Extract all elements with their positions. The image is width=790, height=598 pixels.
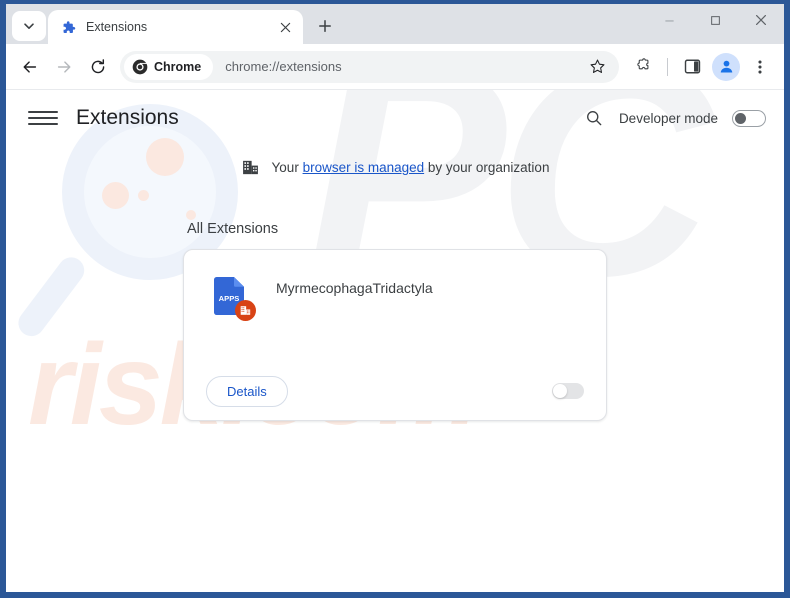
maximize-button[interactable] [692, 4, 738, 36]
toggle-knob [735, 112, 746, 124]
address-bar[interactable]: Chrome chrome://extensions [120, 50, 619, 83]
extensions-header: Extensions Developer mode [6, 90, 784, 146]
window-controls [646, 4, 784, 36]
watermark-dot [138, 190, 149, 201]
extension-icon: APPS [210, 276, 256, 321]
extension-card[interactable]: APPS MyrmecophagaTridactyla Details [183, 249, 607, 421]
side-panel-icon [684, 59, 700, 74]
tab-title: Extensions [86, 20, 148, 34]
page-title: Extensions [76, 106, 179, 129]
chrome-chip-label: Chrome [154, 59, 202, 74]
forward-arrow-icon [57, 60, 71, 73]
browser-toolbar: Chrome chrome://extensions [6, 44, 784, 90]
minimize-button[interactable] [646, 4, 692, 36]
close-button[interactable] [738, 4, 784, 36]
developer-mode-label: Developer mode [618, 110, 718, 126]
browser-window: Extensions Chrome chrome://extensions PC… [0, 0, 790, 598]
puzzle-piece-icon [60, 19, 76, 35]
watermark-dot [186, 210, 196, 220]
back-arrow-icon [23, 60, 37, 73]
tab-close-button[interactable] [275, 17, 295, 37]
tab-strip: Extensions [6, 4, 784, 44]
hamburger-menu-icon[interactable] [28, 103, 58, 133]
extension-card-top: APPS MyrmecophagaTridactyla [184, 250, 606, 321]
minimize-icon [664, 19, 674, 21]
watermark-dot [102, 182, 129, 209]
browser-tab[interactable]: Extensions [48, 10, 303, 44]
section-title: All Extensions [187, 221, 279, 237]
plus-icon [319, 20, 331, 32]
forward-button[interactable] [48, 51, 80, 83]
new-tab-button[interactable] [311, 12, 339, 40]
profile-avatar-icon [720, 60, 732, 73]
enterprise-building-icon [242, 160, 258, 175]
three-dot-menu-icon [758, 59, 762, 74]
details-button[interactable]: Details [206, 375, 288, 407]
search-icon [586, 111, 602, 126]
chrome-logo-icon [132, 59, 148, 74]
bookmark-star-button[interactable] [583, 53, 611, 81]
managed-banner: Your browser is managed by your organiza… [6, 158, 784, 177]
chevron-down-icon [24, 23, 34, 29]
managed-suffix: by your organization [424, 160, 550, 175]
maximize-icon [710, 15, 720, 25]
extension-card-bottom: Details [184, 362, 606, 420]
reload-icon [91, 58, 105, 73]
all-extensions-section: All Extensions APPS MyrmecophagaTridacty… [183, 221, 607, 421]
extensions-page: PC risk.com Extensions Developer mode [6, 90, 784, 591]
browser-managed-link[interactable]: browser is managed [303, 160, 425, 175]
extensions-toolbar-button[interactable] [627, 51, 659, 83]
puzzle-piece-icon [637, 57, 649, 69]
managed-banner-text: Your browser is managed by your organiza… [272, 160, 550, 175]
toolbar-divider [667, 57, 668, 76]
magnifying-glass-handle-watermark [13, 252, 90, 342]
close-icon [280, 22, 290, 32]
managed-prefix: Your [271, 160, 303, 175]
toggle-knob [553, 384, 567, 398]
developer-mode-toggle[interactable] [732, 109, 766, 127]
svg-text:APPS: APPS [219, 294, 240, 303]
address-bar-url: chrome://extensions [225, 59, 342, 74]
tab-search-button[interactable] [12, 11, 46, 41]
bookmark-star-icon [590, 59, 604, 73]
side-panel-button[interactable] [676, 51, 708, 83]
extension-enable-toggle[interactable] [552, 383, 584, 399]
back-button[interactable] [14, 51, 46, 83]
reload-button[interactable] [82, 51, 114, 83]
enterprise-badge [235, 300, 256, 321]
search-button[interactable] [579, 103, 609, 133]
enterprise-building-icon [240, 306, 251, 315]
chrome-origin-chip: Chrome [124, 53, 214, 80]
close-icon [756, 15, 766, 25]
chrome-menu-button[interactable] [744, 51, 776, 83]
browser-window-inner: Extensions Chrome chrome://extensions PC… [6, 4, 784, 592]
extension-name: MyrmecophagaTridactyla [276, 280, 433, 296]
profile-avatar[interactable] [712, 52, 740, 81]
